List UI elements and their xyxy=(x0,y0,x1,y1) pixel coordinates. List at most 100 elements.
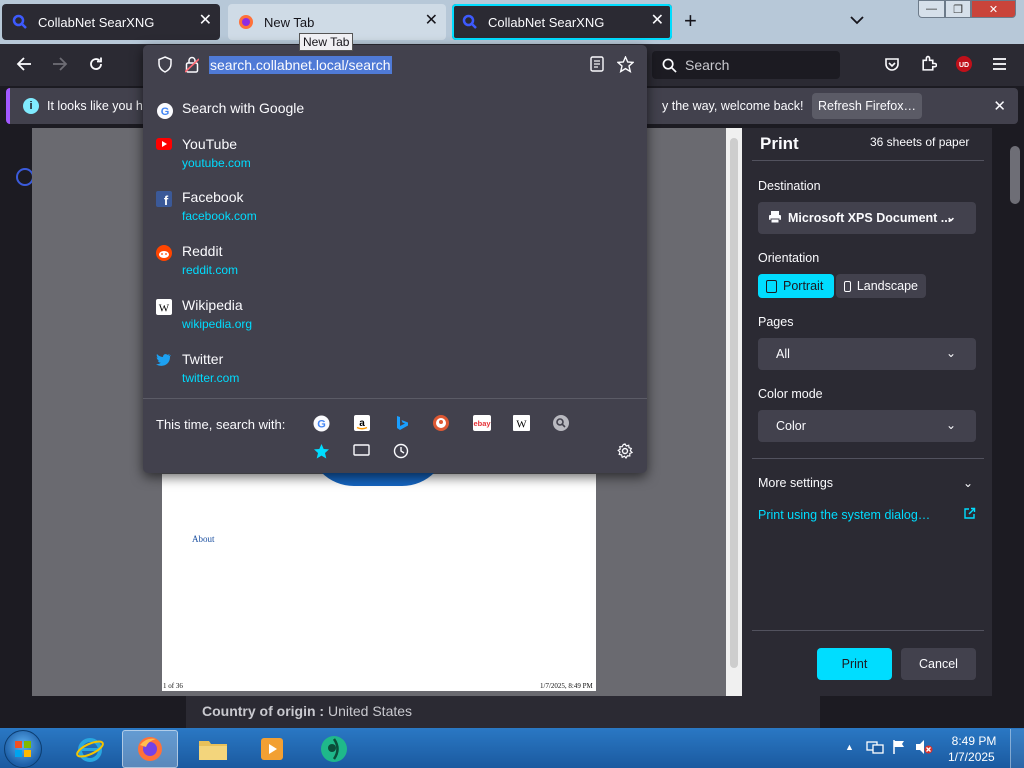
history-clock-icon[interactable] xyxy=(393,443,409,459)
pages-select[interactable]: All ⌄ xyxy=(758,338,976,370)
result-title: Reddit xyxy=(182,243,223,259)
divider xyxy=(752,160,984,161)
wikipedia-engine-icon[interactable]: W xyxy=(513,415,530,431)
result-url: reddit.com xyxy=(182,263,239,277)
media-player-icon[interactable] xyxy=(244,730,300,768)
tabs-icon[interactable] xyxy=(353,443,370,459)
bookmarks-star-icon[interactable] xyxy=(313,443,329,459)
result-title: Facebook xyxy=(182,189,244,205)
search-bar[interactable]: Search xyxy=(652,51,840,79)
destination-select[interactable]: Microsoft XPS Document ... ⌄ xyxy=(758,202,976,234)
hamburger-menu-icon[interactable] xyxy=(992,57,1007,75)
maximize-icon[interactable]: ❐ xyxy=(945,0,971,18)
reader-view-icon[interactable] xyxy=(590,56,604,75)
tab-close-icon[interactable]: ✕ xyxy=(199,13,212,29)
close-window-icon[interactable]: ✕ xyxy=(971,0,1016,18)
ublock-origin-icon[interactable]: UD xyxy=(955,55,973,77)
tab-title: New Tab xyxy=(264,14,315,30)
tab-close-icon[interactable]: ✕ xyxy=(425,13,438,29)
duckduckgo-engine-icon[interactable] xyxy=(433,415,449,431)
preview-scrollbar[interactable] xyxy=(726,128,742,696)
back-arrow-icon[interactable] xyxy=(16,56,32,76)
search-with-google-label: Search with Google xyxy=(182,100,305,116)
ebay-engine-icon[interactable]: ebay xyxy=(473,415,491,431)
country-value: United States xyxy=(327,703,413,719)
action-center-flag-icon[interactable] xyxy=(891,739,907,758)
color-mode-select[interactable]: Color ⌄ xyxy=(758,410,976,442)
chevron-down-icon[interactable]: ⌄ xyxy=(963,476,973,490)
address-bar[interactable]: search.collabnet.local/search xyxy=(143,45,647,85)
system-dialog-link[interactable]: Print using the system dialog… xyxy=(758,508,930,522)
notification-close-icon[interactable]: ✕ xyxy=(993,97,1006,115)
svg-text:G: G xyxy=(161,106,170,118)
result-url: twitter.com xyxy=(182,371,240,385)
pocket-icon[interactable] xyxy=(884,56,900,76)
result-title: Wikipedia xyxy=(182,297,243,313)
list-all-tabs-chevron-icon[interactable] xyxy=(850,12,864,28)
destination-value: Microsoft XPS Document ... xyxy=(788,211,952,225)
portrait-toggle[interactable]: Portrait xyxy=(758,274,834,298)
portrait-label: Portrait xyxy=(783,279,824,293)
network-icon[interactable] xyxy=(866,739,884,758)
list-item[interactable]: Reddit reddit.com xyxy=(143,243,647,281)
tab-collabnet-2[interactable]: CollabNet SearXNG ✕ xyxy=(452,4,672,40)
search-placeholder: Search xyxy=(685,57,730,73)
refresh-firefox-button[interactable]: Refresh Firefox… xyxy=(812,93,922,119)
facebook-icon: f xyxy=(156,191,172,208)
firefox-favicon-icon xyxy=(238,14,254,30)
reload-icon[interactable] xyxy=(88,56,104,76)
internet-explorer-icon[interactable] xyxy=(62,730,118,768)
lock-insecure-icon[interactable] xyxy=(184,56,200,76)
tab-collabnet-1[interactable]: CollabNet SearXNG ✕ xyxy=(2,4,220,40)
print-button[interactable]: Print xyxy=(817,648,892,680)
clock-time[interactable]: 8:49 PM xyxy=(950,734,998,748)
result-url: facebook.com xyxy=(182,209,257,223)
bing-engine-icon[interactable] xyxy=(394,415,410,431)
search-settings-gear-icon[interactable] xyxy=(617,443,634,460)
minimize-icon[interactable]: — xyxy=(918,0,945,18)
chevron-down-icon: ⌄ xyxy=(945,418,956,432)
tray-expand-icon[interactable]: ▲ xyxy=(845,742,854,752)
list-item[interactable]: Twitter twitter.com xyxy=(143,351,647,389)
amazon-engine-icon[interactable]: a xyxy=(354,415,370,431)
landscape-toggle[interactable]: Landscape xyxy=(836,274,926,298)
extensions-puzzle-icon[interactable] xyxy=(920,55,938,76)
country-of-origin: Country of origin : United States xyxy=(202,703,412,719)
search-with-google-row[interactable]: G Search with Google xyxy=(143,100,647,122)
url-dropdown: search.collabnet.local/search G Search w… xyxy=(143,45,647,473)
page-scrollbar[interactable] xyxy=(1006,128,1024,728)
bookmark-star-icon[interactable] xyxy=(616,55,635,76)
preview-page-date: 1/7/2025, 8:49 PM xyxy=(540,682,593,690)
external-link-icon[interactable] xyxy=(963,507,976,523)
list-item[interactable]: f Facebook facebook.com xyxy=(143,189,647,227)
page-scroll-thumb[interactable] xyxy=(1010,146,1020,204)
chevron-down-icon: ⌄ xyxy=(945,346,956,360)
search-favicon-icon xyxy=(462,14,478,30)
printer-icon xyxy=(768,210,782,227)
list-item[interactable]: W Wikipedia wikipedia.org xyxy=(143,297,647,335)
cancel-button[interactable]: Cancel xyxy=(901,648,976,680)
firefox-taskbar-icon[interactable] xyxy=(122,730,178,768)
svg-text:G: G xyxy=(317,419,326,431)
app-globe-icon[interactable] xyxy=(306,730,362,768)
svg-text:W: W xyxy=(159,303,170,315)
divider xyxy=(752,458,984,459)
shield-icon[interactable] xyxy=(157,56,173,76)
url-text[interactable]: search.collabnet.local/search xyxy=(209,56,392,74)
start-button-windows-icon[interactable] xyxy=(4,730,42,768)
show-desktop-button[interactable] xyxy=(1010,729,1024,768)
volume-muted-icon[interactable] xyxy=(915,739,933,758)
more-settings-toggle[interactable]: More settings xyxy=(758,476,833,490)
notification-text-start: It looks like you ha xyxy=(47,99,150,113)
preview-scroll-thumb[interactable] xyxy=(730,138,738,668)
clock-date[interactable]: 1/7/2025 xyxy=(948,750,995,764)
twitter-icon xyxy=(156,353,172,369)
forward-arrow-icon[interactable] xyxy=(52,56,68,76)
list-item[interactable]: YouTube youtube.com xyxy=(143,136,647,174)
google-engine-icon[interactable]: G xyxy=(313,415,330,432)
tab-close-icon[interactable]: ✕ xyxy=(651,13,664,29)
file-explorer-icon[interactable] xyxy=(185,730,241,768)
sheets-count: 36 sheets of paper xyxy=(870,135,970,149)
new-tab-plus-icon[interactable]: + xyxy=(684,10,697,32)
searxng-engine-icon[interactable] xyxy=(553,415,569,431)
